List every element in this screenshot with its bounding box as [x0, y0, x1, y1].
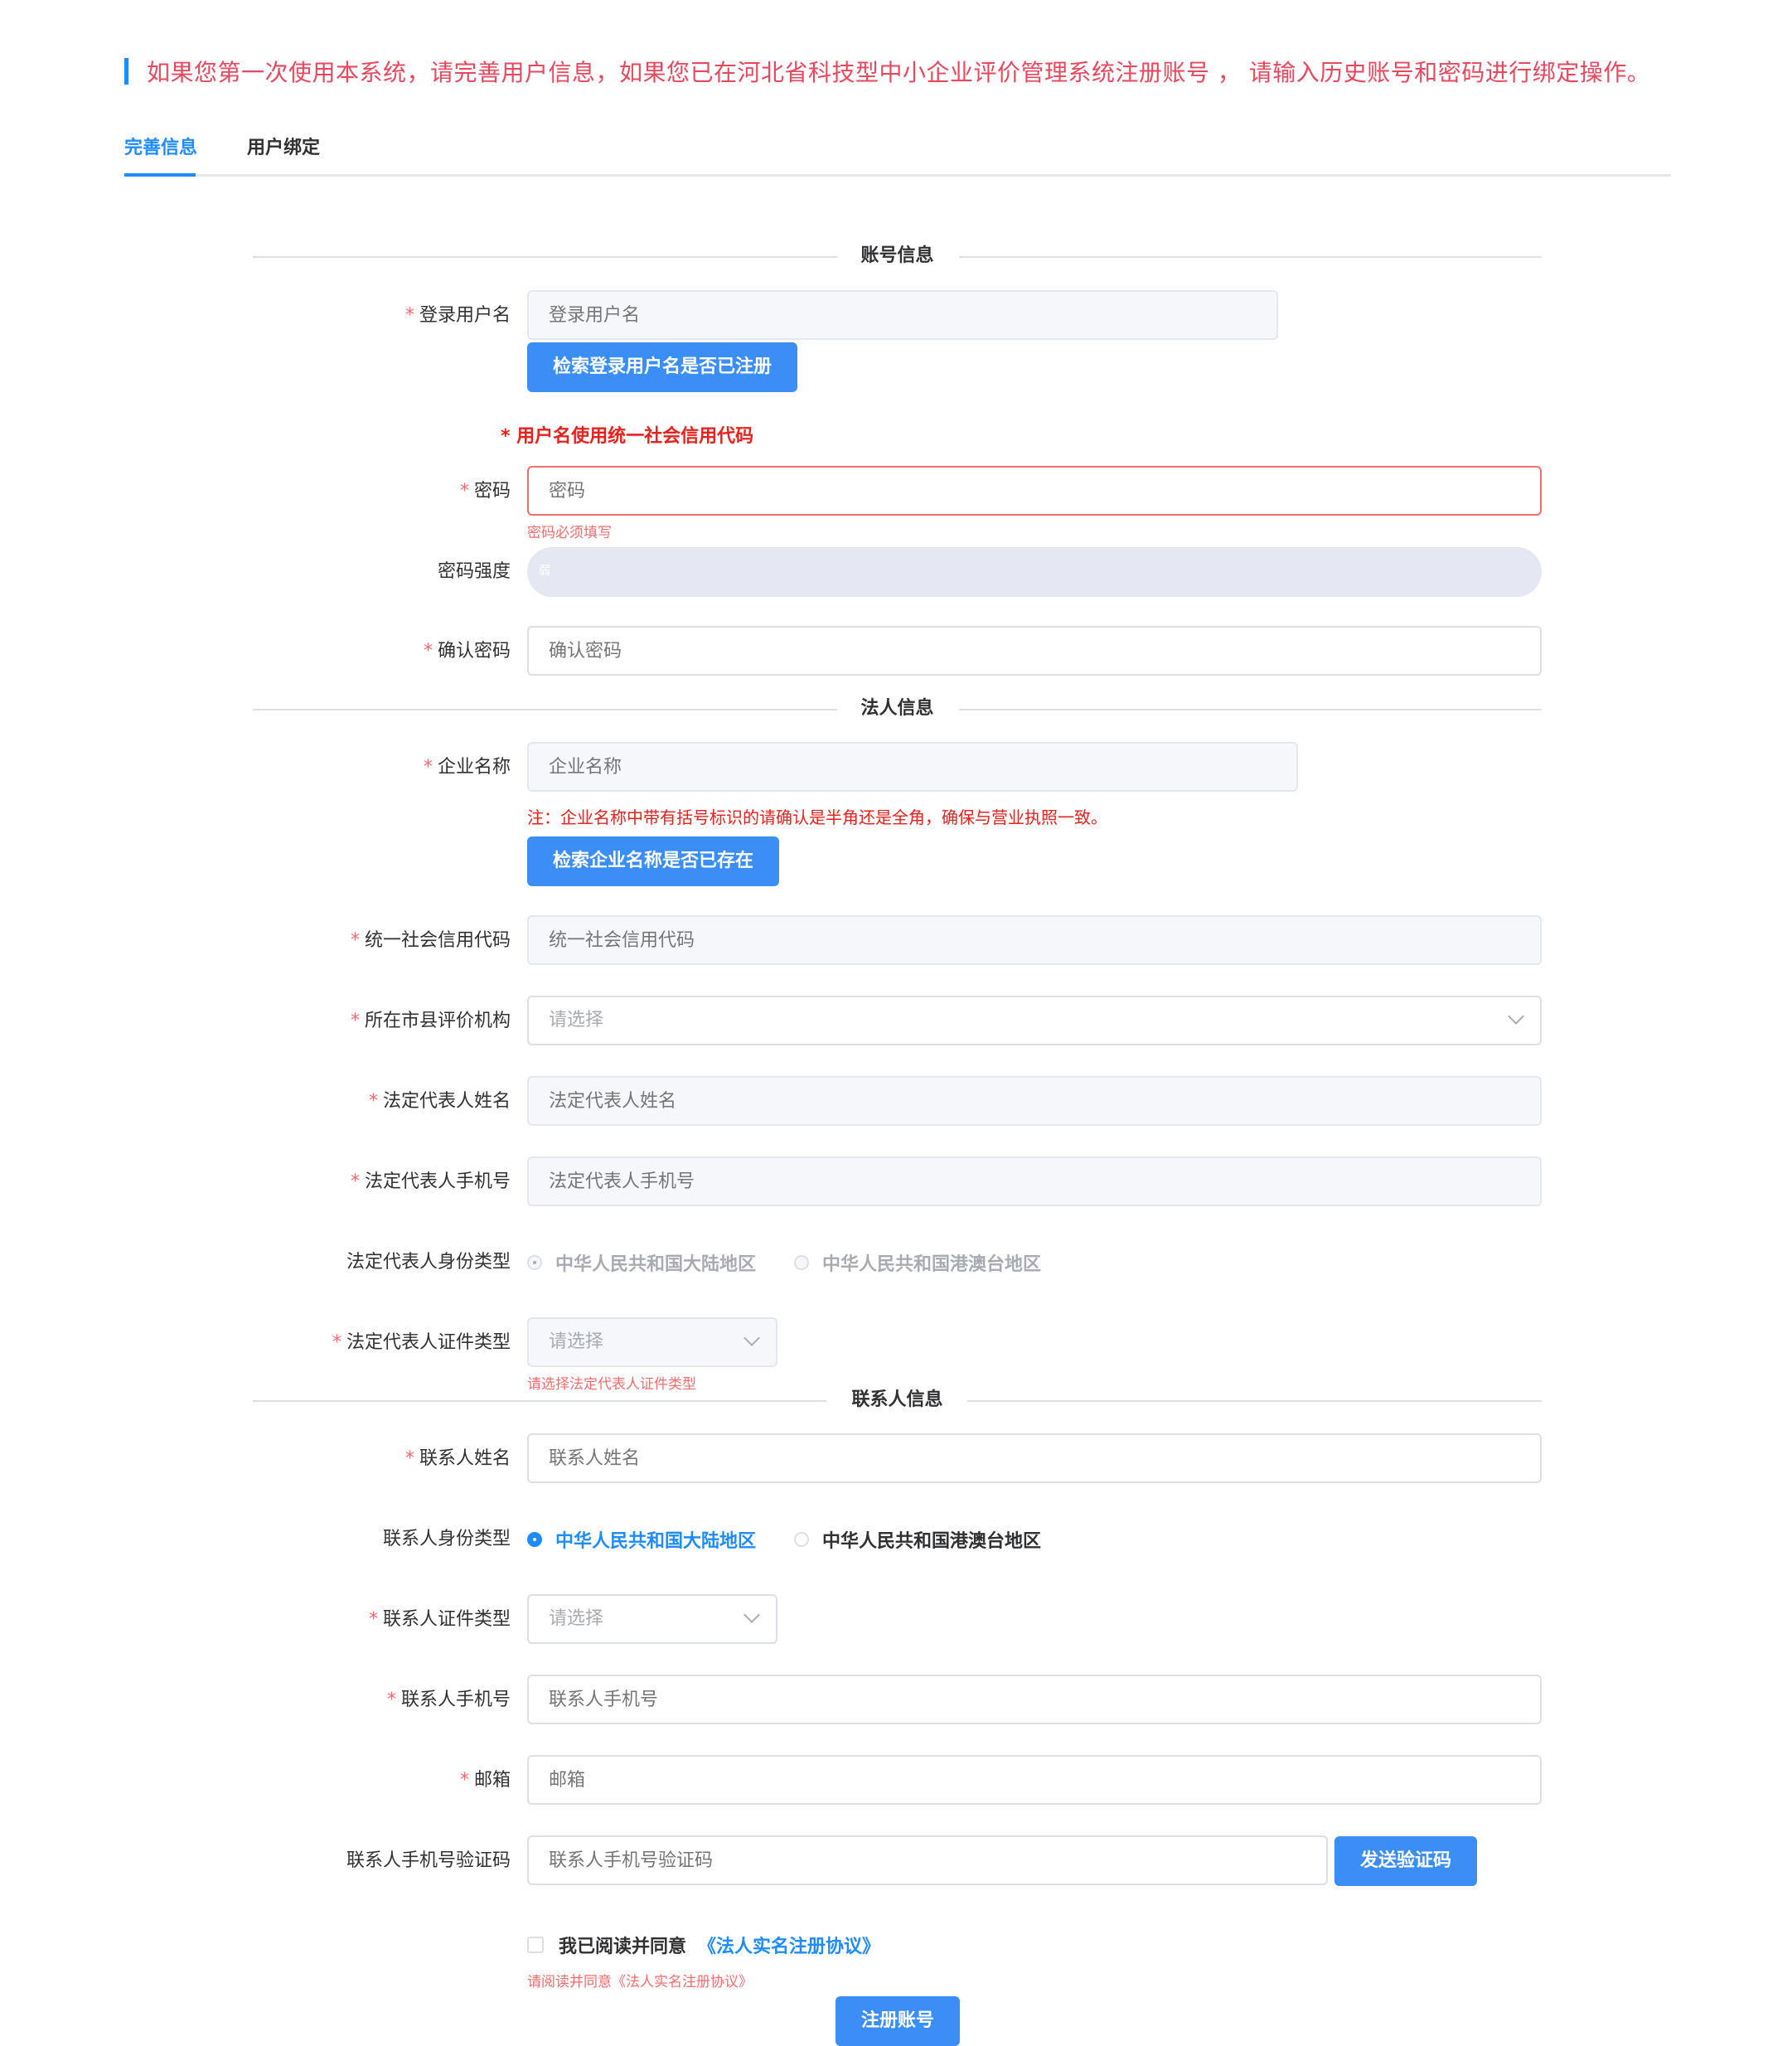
- legal-id-type-radio-group: 中华人民共和国大陆地区 中华人民共和国港澳台地区: [527, 1237, 1079, 1288]
- password-strength-level: 弱: [539, 565, 550, 578]
- contact-phone-input[interactable]: [527, 1675, 1542, 1724]
- register-button[interactable]: 注册账号: [835, 1996, 960, 2046]
- legal-id-type-mainland-radio[interactable]: 中华人民共和国大陆地区: [527, 1249, 756, 1276]
- confirm-password-label: * 确认密码: [423, 641, 511, 662]
- radio-label: 中华人民共和国港澳台地区: [822, 1254, 1042, 1275]
- radio-dot-icon: [794, 1255, 810, 1270]
- section-contact-info: 联系人信息: [253, 1384, 1542, 1417]
- legal-cert-type-select[interactable]: 请选择: [527, 1317, 777, 1367]
- company-note: 注：企业名称中带有括号标识的请确认是半角还是全角，确保与营业执照一致。: [527, 807, 1107, 827]
- credit-code-input[interactable]: [527, 915, 1542, 965]
- legal-id-type-label: 法定代表人身份类型: [346, 1252, 511, 1273]
- send-code-button[interactable]: 发送验证码: [1334, 1836, 1477, 1886]
- agreement-link[interactable]: 《法人实名注册协议》: [698, 1932, 880, 1958]
- check-username-button[interactable]: 检索登录用户名是否已注册: [527, 342, 797, 392]
- password-strength-bar: 弱: [527, 547, 1542, 597]
- check-company-button[interactable]: 检索企业名称是否已存在: [527, 836, 779, 886]
- contact-phone-label: * 联系人手机号: [386, 1690, 511, 1710]
- password-input[interactable]: [527, 466, 1542, 516]
- password-error: 密码必须填写: [527, 525, 612, 541]
- tab-active-indicator: [124, 173, 196, 177]
- contact-name-label: * 联系人姓名: [404, 1448, 511, 1469]
- credit-code-label: * 统一社会信用代码: [350, 930, 511, 951]
- contact-cert-type-select[interactable]: 请选择: [527, 1594, 777, 1644]
- agreement-text: 我已阅读并同意: [559, 1937, 687, 1957]
- contact-id-type-label: 联系人身份类型: [382, 1529, 511, 1549]
- company-input[interactable]: [527, 742, 1298, 792]
- contact-id-type-hmt-radio[interactable]: 中华人民共和国港澳台地区: [794, 1526, 1041, 1553]
- company-label: * 企业名称: [423, 757, 511, 778]
- section-legal-info: 法人信息: [253, 692, 1542, 725]
- tab-label: 用户绑定: [247, 138, 321, 158]
- radio-unchecked-icon: [794, 1532, 810, 1547]
- password-strength-label: 密码强度: [437, 561, 511, 582]
- chevron-down-icon: [1508, 1008, 1524, 1025]
- legal-cert-type-label: * 法定代表人证件类型: [332, 1332, 511, 1353]
- notice-accent-bar: [124, 58, 128, 85]
- sms-code-input[interactable]: [527, 1835, 1328, 1885]
- email-input[interactable]: [527, 1755, 1542, 1805]
- org-label: * 所在市县评价机构: [350, 1011, 511, 1031]
- legal-phone-label: * 法定代表人手机号: [350, 1171, 511, 1192]
- tab-complete-info[interactable]: 完善信息: [124, 133, 197, 159]
- agreement-row: 我已阅读并同意 《法人实名注册协议》: [527, 1928, 880, 1961]
- select-placeholder: 请选择: [549, 1608, 604, 1629]
- tab-user-binding[interactable]: 用户绑定: [247, 133, 320, 159]
- notice-banner: 如果您第一次使用本系统，请完善用户信息，如果您已在河北省科技型中小企业评价管理系…: [124, 55, 1650, 88]
- legal-name-input[interactable]: [527, 1076, 1542, 1126]
- legal-name-label: * 法定代表人姓名: [368, 1091, 511, 1112]
- password-label: * 密码: [459, 481, 511, 502]
- username-input[interactable]: [527, 290, 1278, 340]
- select-placeholder: 请选择: [549, 1331, 604, 1352]
- email-label: * 邮箱: [459, 1770, 511, 1791]
- contact-id-type-radio-group: 中华人民共和国大陆地区 中华人民共和国港澳台地区: [527, 1514, 1079, 1565]
- username-label: * 登录用户名: [404, 305, 511, 326]
- sms-code-label: 联系人手机号验证码: [346, 1850, 511, 1871]
- divider-right: [967, 1400, 1542, 1402]
- confirm-password-input[interactable]: [527, 626, 1542, 676]
- chevron-down-icon: [743, 1330, 760, 1346]
- org-select-placeholder: 请选择: [549, 1010, 604, 1030]
- radio-label: 中华人民共和国大陆地区: [555, 1531, 757, 1552]
- radio-checked-icon: [527, 1532, 542, 1547]
- divider-right: [959, 256, 1542, 258]
- agreement-checkbox[interactable]: [527, 1937, 544, 1953]
- chevron-down-icon: [743, 1607, 760, 1623]
- legal-id-type-hmt-radio[interactable]: 中华人民共和国港澳台地区: [794, 1249, 1041, 1276]
- radio-label: 中华人民共和国大陆地区: [555, 1254, 757, 1275]
- contact-name-input[interactable]: [527, 1433, 1542, 1483]
- agreement-error: 请阅读并同意《法人实名注册协议》: [527, 1974, 753, 1990]
- username-note: * 用户名使用统一社会信用代码: [501, 426, 754, 447]
- section-account-info: 账号信息: [253, 240, 1542, 273]
- notice-text: 如果您第一次使用本系统，请完善用户信息，如果您已在河北省科技型中小企业评价管理系…: [147, 59, 1651, 86]
- divider-right: [959, 709, 1542, 710]
- org-select[interactable]: 请选择: [527, 996, 1542, 1045]
- legal-phone-input[interactable]: [527, 1156, 1542, 1206]
- tab-label: 完善信息: [124, 138, 198, 158]
- tab-bar: 完善信息 用户绑定: [124, 124, 1671, 177]
- contact-id-type-mainland-radio[interactable]: 中华人民共和国大陆地区: [527, 1526, 756, 1553]
- contact-cert-type-label: * 联系人证件类型: [368, 1609, 511, 1630]
- radio-dot-icon: [527, 1255, 542, 1270]
- radio-label: 中华人民共和国港澳台地区: [822, 1531, 1042, 1552]
